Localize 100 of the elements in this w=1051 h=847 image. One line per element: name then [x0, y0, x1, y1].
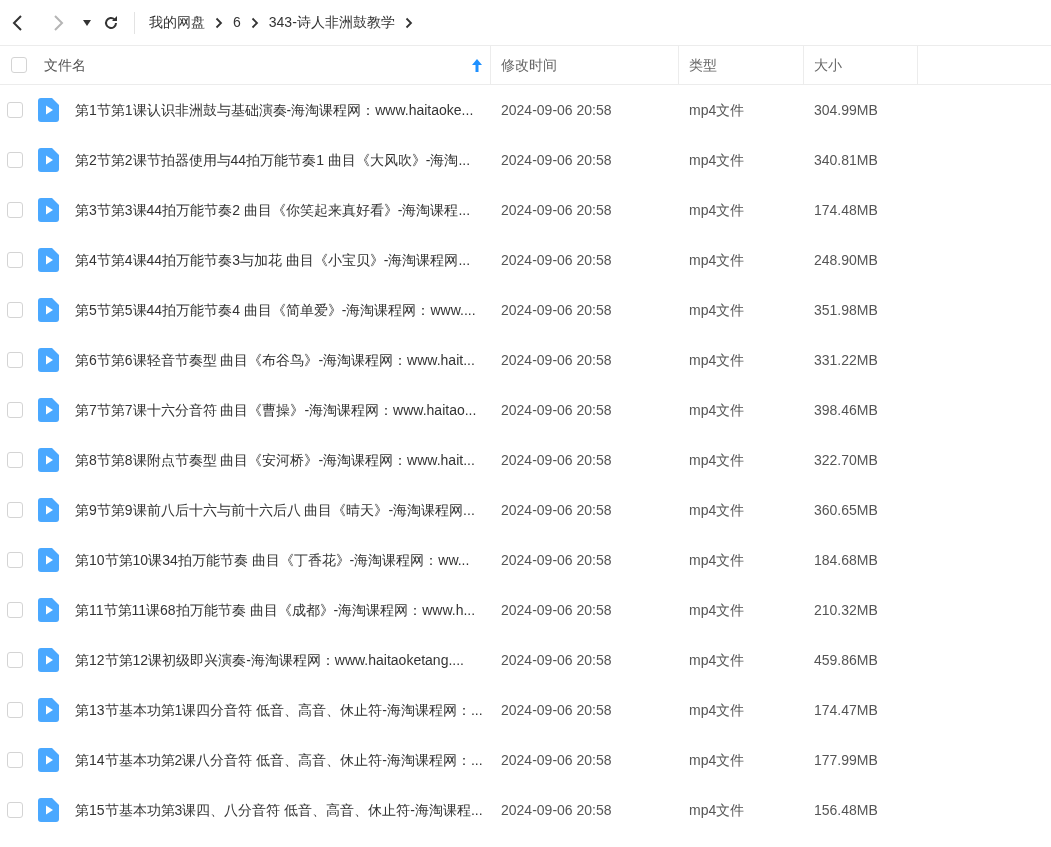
breadcrumb-link[interactable]: 我的网盘	[149, 12, 205, 33]
file-type: mp4文件	[688, 800, 746, 820]
file-type: mp4文件	[688, 700, 746, 720]
file-size: 177.99MB	[813, 750, 879, 770]
modified-time: 2024-09-06 20:58	[500, 350, 613, 370]
file-type: mp4文件	[688, 400, 746, 420]
refresh-icon	[103, 14, 119, 31]
file-type: mp4文件	[688, 600, 746, 620]
file-type: mp4文件	[688, 150, 746, 170]
column-header[interactable]: 类型	[689, 54, 717, 76]
video-file-icon	[38, 498, 59, 522]
file-size: 351.98MB	[813, 300, 879, 320]
modified-time: 2024-09-06 20:58	[500, 500, 613, 520]
checkbox[interactable]	[7, 652, 23, 668]
modified-time: 2024-09-06 20:58	[500, 400, 613, 420]
chevron-right-icon	[215, 16, 223, 29]
checkbox[interactable]	[11, 57, 27, 73]
file-size: 322.70MB	[813, 450, 879, 470]
column-header[interactable]: 文件名	[44, 54, 86, 76]
file-name: 第2节第2课节拍器使用与44拍万能节奏1 曲目《大风吹》-海淘...	[75, 150, 471, 170]
modified-time: 2024-09-06 20:58	[500, 750, 613, 770]
checkbox[interactable]	[7, 602, 23, 618]
checkbox[interactable]	[7, 402, 23, 418]
file-size: 156.48MB	[813, 800, 879, 820]
checkbox[interactable]	[7, 302, 23, 318]
checkbox[interactable]	[7, 552, 23, 568]
video-file-icon	[38, 548, 59, 572]
modified-time: 2024-09-06 20:58	[500, 800, 613, 820]
file-size: 304.99MB	[813, 100, 879, 120]
file-name: 第8节第8课附点节奏型 曲目《安河桥》-海淘课程网：www.hait...	[75, 450, 475, 470]
file-name: 第14节基本功第2课八分音符 低音、高音、休止符-海淘课程网：...	[75, 750, 483, 770]
file-type: mp4文件	[688, 650, 746, 670]
modified-time: 2024-09-06 20:58	[500, 600, 613, 620]
modified-time: 2024-09-06 20:58	[500, 700, 613, 720]
file-name: 第10节第10课34拍万能节奏 曲目《丁香花》-海淘课程网：ww...	[75, 550, 470, 570]
column-header[interactable]: 修改时间	[501, 54, 557, 76]
checkbox[interactable]	[7, 102, 23, 118]
column-header[interactable]: 大小	[814, 54, 842, 76]
sort-arrow-icon[interactable]	[472, 58, 482, 72]
chevron-right-icon	[250, 16, 259, 29]
modified-time: 2024-09-06 20:58	[500, 300, 613, 320]
file-name: 第15节基本功第3课四、八分音符 低音、高音、休止符-海淘课程...	[75, 800, 483, 820]
chevron-left-icon	[11, 13, 23, 32]
video-file-icon	[38, 698, 59, 722]
chevron-right-icon	[404, 16, 413, 29]
checkbox[interactable]	[7, 752, 23, 768]
file-name: 第6节第6课轻音节奏型 曲目《布谷鸟》-海淘课程网：www.hait...	[75, 350, 475, 370]
file-size: 210.32MB	[813, 600, 879, 620]
video-file-icon	[38, 798, 59, 822]
checkbox[interactable]	[7, 452, 23, 468]
video-file-icon	[38, 348, 59, 372]
file-name: 第4节第4课44拍万能节奏3与加花 曲目《小宝贝》-海淘课程网...	[75, 250, 471, 270]
caret-down-icon	[83, 19, 91, 26]
file-type: mp4文件	[688, 250, 746, 270]
file-size: 331.22MB	[813, 350, 879, 370]
checkbox[interactable]	[7, 152, 23, 168]
video-file-icon	[38, 298, 59, 322]
video-file-icon	[38, 648, 59, 672]
file-name: 第3节第3课44拍万能节奏2 曲目《你笑起来真好看》-海淘课程...	[75, 200, 471, 220]
breadcrumb-link[interactable]: 6	[233, 12, 241, 33]
file-size: 184.68MB	[813, 550, 879, 570]
file-size: 360.65MB	[813, 500, 879, 520]
video-file-icon	[38, 598, 59, 622]
video-file-icon	[38, 98, 59, 122]
modified-time: 2024-09-06 20:58	[500, 450, 613, 470]
breadcrumb-link[interactable]: 343-诗人非洲鼓教学	[268, 12, 395, 33]
checkbox[interactable]	[7, 202, 23, 218]
video-file-icon	[38, 198, 59, 222]
checkbox[interactable]	[7, 352, 23, 368]
file-type: mp4文件	[688, 550, 746, 570]
file-name: 第12节第12课初级即兴演奏-海淘课程网：www.haitaoketang....	[75, 650, 464, 670]
chevron-right-icon	[53, 13, 65, 32]
video-file-icon	[38, 448, 59, 472]
file-type: mp4文件	[688, 350, 746, 370]
file-type: mp4文件	[688, 200, 746, 220]
checkbox[interactable]	[7, 502, 23, 518]
file-type: mp4文件	[688, 500, 746, 520]
modified-time: 2024-09-06 20:58	[500, 200, 613, 220]
checkbox[interactable]	[7, 802, 23, 818]
file-name: 第9节第9课前八后十六与前十六后八 曲目《晴天》-海淘课程网...	[75, 500, 475, 520]
video-file-icon	[38, 748, 59, 772]
file-name: 第7节第7课十六分音符 曲目《曹操》-海淘课程网：www.haitao...	[75, 400, 477, 420]
file-size: 174.48MB	[813, 200, 879, 220]
video-file-icon	[38, 398, 59, 422]
file-size: 459.86MB	[813, 650, 879, 670]
file-size: 398.46MB	[813, 400, 879, 420]
checkbox[interactable]	[7, 252, 23, 268]
modified-time: 2024-09-06 20:58	[500, 550, 613, 570]
file-type: mp4文件	[688, 750, 746, 770]
file-name: 第1节第1课认识非洲鼓与基础演奏-海淘课程网：www.haitaoke...	[75, 100, 474, 120]
file-type: mp4文件	[688, 450, 746, 470]
file-name: 第5节第5课44拍万能节奏4 曲目《简单爱》-海淘课程网：www....	[75, 300, 476, 320]
file-name: 第13节基本功第1课四分音符 低音、高音、休止符-海淘课程网：...	[75, 700, 483, 720]
file-size: 340.81MB	[813, 150, 879, 170]
file-type: mp4文件	[688, 100, 746, 120]
checkbox[interactable]	[7, 702, 23, 718]
modified-time: 2024-09-06 20:58	[500, 650, 613, 670]
modified-time: 2024-09-06 20:58	[500, 250, 613, 270]
modified-time: 2024-09-06 20:58	[500, 100, 613, 120]
file-type: mp4文件	[688, 300, 746, 320]
